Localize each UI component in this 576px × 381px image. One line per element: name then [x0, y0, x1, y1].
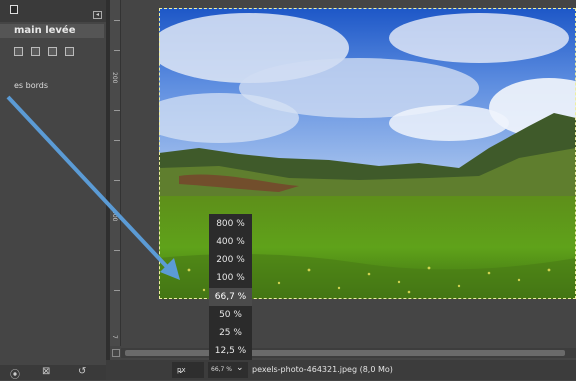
annotation-arrow [6, 95, 180, 280]
